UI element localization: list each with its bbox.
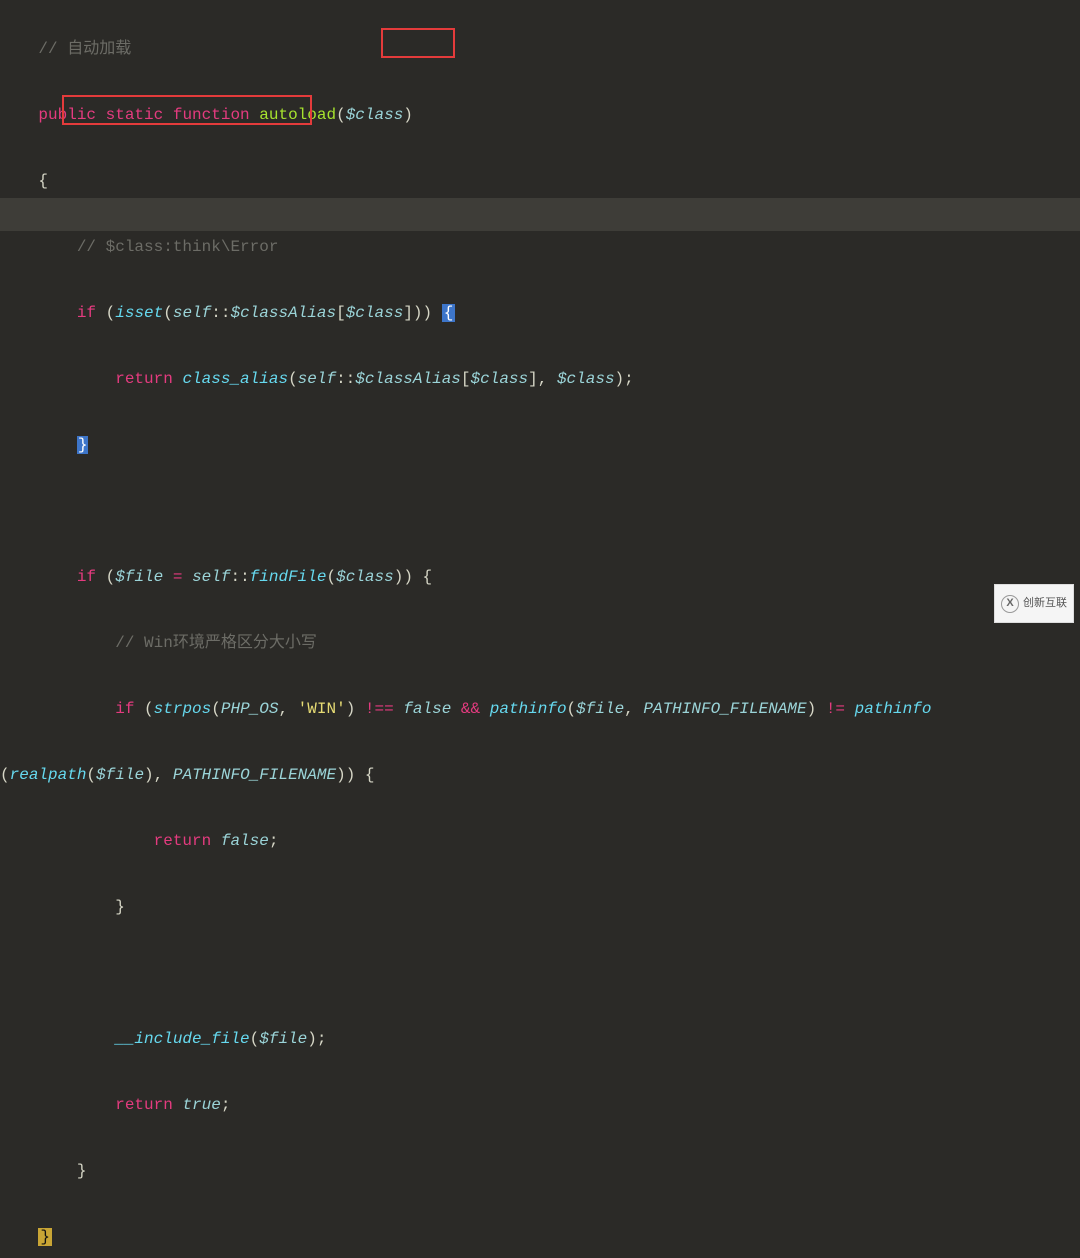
var-file: $file	[115, 568, 163, 586]
comment: // $class:think\Error	[77, 238, 279, 256]
comment: // Win环境严格区分大小写	[115, 634, 317, 652]
annotation-box-param	[381, 28, 455, 58]
watermark-icon: X	[1001, 595, 1019, 613]
annotation-box-comment	[62, 95, 312, 125]
fn-pathinfo: pathinfo	[490, 700, 567, 718]
keyword-if: if	[77, 304, 96, 322]
fn-include-file: __include_file	[115, 1030, 249, 1048]
code-editor[interactable]: // 自动加载 public static function autoload(…	[0, 0, 1080, 1258]
const-phpos: PHP_OS	[221, 700, 279, 718]
watermark-badge: X 创新互联	[994, 584, 1074, 623]
parameter: $class	[346, 106, 404, 124]
brace-close-highlight: }	[38, 1228, 52, 1246]
brace-close: }	[115, 898, 125, 916]
var-classalias: $classAlias	[230, 304, 336, 322]
matching-brace-highlight: {	[442, 304, 456, 322]
comment: // 自动加载	[38, 40, 131, 58]
const-pathinfo-filename: PATHINFO_FILENAME	[643, 700, 806, 718]
keyword-return: return	[115, 370, 173, 388]
self: self	[173, 304, 211, 322]
cursor-brace-highlight: }	[77, 436, 89, 454]
fn-isset: isset	[115, 304, 163, 322]
string-win: 'WIN'	[298, 700, 346, 718]
fn-class-alias: class_alias	[182, 370, 288, 388]
fn-realpath: realpath	[10, 766, 87, 784]
brace-open: {	[38, 172, 48, 190]
fn-strpos: strpos	[154, 700, 212, 718]
keyword-false: false	[403, 700, 451, 718]
watermark-text: 创新互联	[1023, 587, 1067, 620]
keyword-true: true	[182, 1096, 220, 1114]
fn-findfile: findFile	[250, 568, 327, 586]
